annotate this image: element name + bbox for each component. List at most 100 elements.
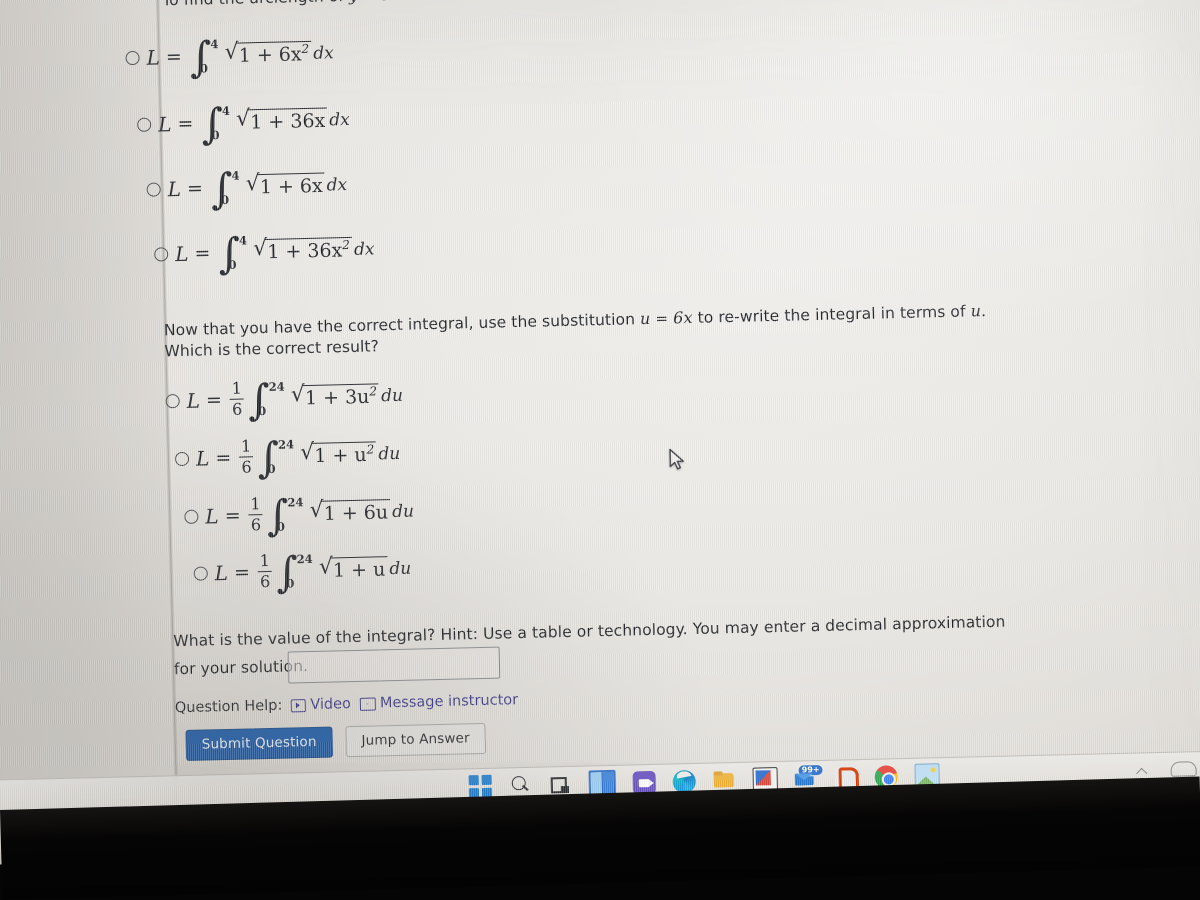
q1-option-1-dvar: dx (313, 43, 335, 64)
q1-option-1-integral: ∫ 4 0 (189, 32, 219, 82)
q2-option-4-lower: 0 (286, 576, 295, 591)
q2-option-4-upper: 24 (296, 551, 313, 567)
q1-option-3-upper: 4 (231, 168, 240, 183)
laptop-display: To find the arclength of y = 3x2 + 4 fro… (0, 0, 1200, 866)
question-help-row: Question Help: Video Message instructor (175, 692, 519, 716)
submit-question-button[interactable]: Submit Question (185, 726, 333, 761)
q2-option-2-radicand: √ 1 + u2 (300, 440, 377, 469)
q2-option-3-label: L (205, 504, 219, 529)
q2-option-3-integral: ∫ 24 0 (266, 490, 304, 540)
q1-option-2-label: L (157, 112, 172, 137)
q2-option-1-lower: 0 (258, 403, 267, 419)
q1-option-3-label: L (167, 176, 182, 202)
q2-option-4-coefficient: 1 6 (257, 550, 273, 592)
q1-option-3-lower: 0 (220, 192, 230, 207)
q1-option-2-radicand: √ 1 + 36x (236, 107, 328, 135)
q1-option-4-dvar: dx (353, 239, 375, 260)
jump-to-answer-button[interactable]: Jump to Answer (345, 722, 487, 758)
q1-var-y: y (349, 0, 359, 5)
q2-radio-3[interactable] (184, 509, 199, 524)
q2-radio-2[interactable] (174, 451, 190, 467)
q2-option-2-equals: = (215, 446, 232, 470)
q1-option-4-integral: ∫ 4 0 (217, 228, 248, 278)
q2-radio-1[interactable] (165, 394, 180, 409)
q1-option-1-radicand: √ 1 + 6x2 (224, 40, 312, 69)
q2-radio-4[interactable] (193, 566, 208, 581)
tray-indicator[interactable] (1170, 761, 1197, 777)
q1-expr-3x: 3x (381, 0, 401, 4)
mail-unread-badge: 99+ (797, 763, 824, 777)
question-2-prompt-line-2: Which is the correct result? (164, 337, 380, 361)
q1-option-3-radicand: √ 1 + 6x (245, 171, 325, 200)
q1-radio-2[interactable] (136, 117, 152, 132)
q2-option-2-dvar: du (378, 443, 401, 465)
q2-option-4-equals: = (233, 561, 251, 584)
start-icon[interactable] (468, 774, 493, 799)
q1-option-3-equals: = (186, 177, 204, 200)
q1-option-1[interactable]: L = ∫ 4 0 √ 1 + 6x2 dx (125, 32, 335, 82)
q1-option-4-equals: = (194, 242, 211, 265)
q2-option-3-coefficient: 1 6 (248, 493, 263, 535)
action-button-row: Submit Question Jump to Answer (185, 722, 487, 761)
q2-option-4-label: L (214, 560, 229, 586)
q1-radio-3[interactable] (146, 182, 161, 197)
q2-option-3-dvar: du (391, 501, 415, 523)
q2-var-u: u (639, 308, 651, 329)
q1-option-4[interactable]: L = ∫ 4 0 √ 1 + 36x2 dx (154, 228, 375, 278)
q1-option-4-label: L (174, 241, 189, 267)
q1-option-1-lower: 0 (199, 61, 209, 76)
q1-prompt-part-2: + 4 from (411, 0, 481, 3)
q2-text-b: to re-write the integral in terms of (697, 302, 966, 327)
q1-option-4-lower: 0 (228, 257, 237, 272)
video-help-link[interactable]: Video (291, 696, 351, 713)
q2-option-4-radicand: √ 1 + u (319, 555, 388, 584)
show-hidden-icons-chevron-up-icon[interactable] (1136, 764, 1148, 776)
search-icon[interactable] (509, 774, 533, 798)
q2-text-a: Now that you have the correct integral, … (163, 310, 636, 340)
q2-var-u-2: u. (970, 300, 987, 321)
q1-radio-4[interactable] (154, 247, 169, 262)
q2-substitution-expr: 6x (672, 307, 693, 328)
q1-option-3-dvar: dx (326, 175, 348, 196)
q1-lower-limit-text: 0 to (518, 0, 548, 1)
message-instructor-link[interactable]: Message instructor (359, 692, 519, 712)
q2-option-1-label: L (186, 388, 201, 413)
q1-option-2[interactable]: L = ∫ 4 0 √ 1 + 36x dx (136, 98, 350, 149)
answer-input[interactable] (287, 646, 501, 684)
video-help-label: Video (310, 696, 352, 714)
q1-option-2-upper: 4 (221, 103, 231, 118)
q1-option-1-upper: 4 (210, 37, 219, 52)
q2-option-2[interactable]: L = 1 6 ∫ 24 0 √ 1 + u2 du (174, 432, 401, 483)
q2-option-3-lower: 0 (276, 519, 286, 534)
q1-option-1-equals: = (165, 45, 183, 69)
q1-equals-2: = (500, 0, 513, 1)
q2-option-1-radicand: √ 1 + 3u2 (291, 382, 380, 411)
q1-equals-1: = (363, 0, 376, 5)
q1-var-x-1: x (486, 0, 496, 2)
q2-option-1[interactable]: L = 1 6 ∫ 24 0 √ 1 + 3u2 du (165, 375, 403, 424)
q1-option-1-label: L (146, 45, 161, 70)
message-instructor-label: Message instructor (379, 692, 519, 712)
q1-option-3[interactable]: L = ∫ 4 0 √ 1 + 6x dx (146, 164, 348, 213)
play-video-icon (291, 698, 307, 712)
question-help-label: Question Help: (174, 697, 283, 717)
q2-option-2-integral: ∫ 24 0 (256, 432, 295, 483)
taskbar-system-tray (1136, 761, 1197, 777)
q1-option-2-dvar: dx (328, 109, 350, 131)
question-1-prompt: To find the arclength of y = 3x2 + 4 fro… (162, 0, 832, 9)
q2-option-3-equals: = (224, 504, 241, 527)
q1-option-2-integral: ∫ 4 0 (200, 98, 231, 149)
q1-radio-1[interactable] (125, 50, 140, 66)
q2-option-2-upper: 24 (277, 437, 295, 452)
q2-option-3-upper: 24 (287, 495, 304, 510)
q2-option-3[interactable]: L = 1 6 ∫ 24 0 √ 1 + 6u du (184, 490, 415, 540)
q2-equals: = (655, 309, 669, 328)
task-view-icon[interactable] (549, 773, 573, 797)
q2-option-4[interactable]: L = 1 6 ∫ 24 0 √ 1 + u du (193, 547, 411, 597)
q2-option-1-equals: = (205, 389, 223, 412)
q2-option-2-label: L (195, 446, 210, 471)
q1-prompt-part-1: To find the arclength of (162, 0, 344, 9)
q2-option-1-coefficient: 1 6 (229, 378, 244, 420)
q1-option-4-radicand: √ 1 + 36x2 (253, 236, 353, 265)
q2-option-1-upper: 24 (268, 379, 285, 394)
